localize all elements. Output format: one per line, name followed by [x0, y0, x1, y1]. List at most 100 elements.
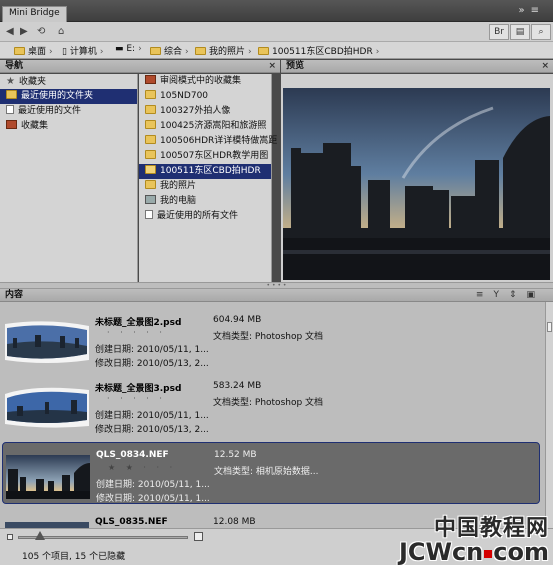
- folder-icon: [145, 105, 156, 114]
- zoom-out-icon[interactable]: [7, 534, 13, 540]
- status-text: 105 个项目, 15 个已隐藏: [22, 552, 126, 562]
- nav-item-my-computer[interactable]: 我的电脑: [139, 194, 271, 209]
- folder-icon: [145, 90, 156, 99]
- folder-icon: [145, 135, 156, 144]
- recent-icon[interactable]: ⟲: [37, 25, 45, 39]
- forward-icon[interactable]: ▶: [20, 25, 28, 39]
- nav-item-my-photos[interactable]: 我的照片: [139, 179, 271, 194]
- folder-icon: [150, 47, 161, 55]
- view-menu-icon[interactable]: ▤: [510, 24, 530, 40]
- file-thumbnail[interactable]: [5, 320, 89, 364]
- file-thumbnail[interactable]: [5, 386, 89, 430]
- menu-icon[interactable]: ≡: [531, 5, 545, 16]
- nav-item-favorites[interactable]: ★ 收藏夹: [0, 74, 137, 89]
- preview-panel: 预览 ×: [281, 60, 553, 282]
- collection-icon: [6, 120, 17, 129]
- bridge-icon[interactable]: Br: [489, 24, 509, 40]
- rating-stars[interactable]: ★ ★ · · ·: [108, 463, 176, 472]
- sort-icon[interactable]: ≡: [476, 290, 494, 300]
- filter-icon[interactable]: Y: [493, 290, 509, 300]
- modified-date: 修改日期: 2010/05/13, 2...: [95, 359, 209, 369]
- file-size: 12.08 MB: [213, 517, 256, 527]
- created-date: 创建日期: 2010/05/11, 1...: [96, 480, 210, 490]
- created-date: 创建日期: 2010/05/11, 1...: [95, 345, 209, 355]
- nav-item-folder[interactable]: 100327外拍人像: [139, 104, 271, 119]
- breadcrumb-item[interactable]: 综合 ›: [150, 44, 189, 57]
- nav-item-folder[interactable]: 100425济源嵩阳和旅游照: [139, 119, 271, 134]
- folder-icon: [145, 120, 156, 129]
- title-bar: Mini Bridge »≡: [0, 0, 553, 22]
- breadcrumb-item[interactable]: ▬ E: ›: [115, 44, 142, 54]
- file-name: QLS_0834.NEF: [96, 450, 169, 460]
- nav-item-recent-folders[interactable]: 最近使用的文件夹: [0, 89, 137, 104]
- nav-item-recent-files[interactable]: 最近使用的文件: [0, 104, 137, 119]
- folder-icon: [145, 180, 156, 189]
- folder-icon: [145, 150, 156, 159]
- star-icon: ★: [6, 76, 15, 87]
- search-icon[interactable]: ⌕: [531, 24, 551, 40]
- modified-date: 修改日期: 2010/05/13, 2...: [95, 425, 209, 435]
- zoom-in-icon[interactable]: [194, 532, 203, 541]
- breadcrumb-item[interactable]: 100511东区CBD拍HDR ›: [258, 44, 379, 57]
- file-size: 604.94 MB: [213, 315, 262, 325]
- nav-item-folder[interactable]: 100507东区HDR教学用图: [139, 149, 271, 164]
- folder-icon: [14, 47, 25, 55]
- minimize-icon[interactable]: »: [518, 5, 530, 16]
- close-icon[interactable]: ×: [268, 60, 276, 72]
- rating-stars[interactable]: · · · · ·: [107, 394, 166, 403]
- breadcrumb-item[interactable]: 我的照片 ›: [195, 44, 252, 57]
- folder-icon: [258, 47, 269, 55]
- breadcrumb: 桌面 › ▯ 计算机 › ▬ E: › 综合 › 我的照片 › 100511东区CBD拍H…: [0, 42, 553, 59]
- home-icon[interactable]: ⌂: [58, 25, 64, 39]
- file-size: 583.24 MB: [213, 381, 262, 391]
- file-name: 未标题_全景图3.psd: [95, 384, 182, 394]
- computer-icon: ▯: [62, 47, 70, 57]
- file-size: 12.52 MB: [214, 450, 257, 460]
- content-scrollbar[interactable]: [545, 302, 553, 528]
- created-date: 创建日期: 2010/05/11, 1...: [95, 411, 209, 421]
- breadcrumb-item[interactable]: ▯ 计算机 ›: [62, 44, 103, 57]
- recent-file-icon: [145, 210, 153, 219]
- rating-stars[interactable]: · · · · ·: [107, 328, 166, 337]
- nav-item-collections[interactable]: 收藏集: [0, 119, 137, 134]
- computer-icon: [145, 195, 156, 204]
- file-thumbnail[interactable]: [6, 455, 90, 499]
- nav-panel-header: 导航 ×: [0, 60, 280, 73]
- tools-icon[interactable]: ▣: [526, 290, 545, 300]
- preview-panel-header: 预览 ×: [281, 60, 553, 73]
- order-icon[interactable]: ⇕: [509, 290, 527, 300]
- nav-item-folder[interactable]: 100506HDR详详模特做嵩距: [139, 134, 277, 149]
- content-panel-header: 内容 ≡Y⇕▣: [0, 289, 553, 302]
- watermark: 中国教程网 JCWcn com: [399, 510, 549, 565]
- folder-icon: [145, 165, 156, 174]
- panel-splitter[interactable]: • • • •: [0, 282, 553, 289]
- nav-item-folder-selected[interactable]: 100511东区CBD拍HDR: [139, 164, 271, 179]
- breadcrumb-item[interactable]: 桌面 ›: [14, 44, 53, 57]
- file-type: 文档类型: 相机原始数据...: [214, 467, 319, 477]
- nav-item-folder[interactable]: 105ND700: [139, 89, 271, 104]
- window-controls[interactable]: »≡: [518, 5, 545, 16]
- file-item-selected[interactable]: QLS_0834.NEF ★ ★ · · · 创建日期: 2010/05/11,…: [2, 442, 540, 504]
- close-icon[interactable]: ×: [541, 60, 549, 72]
- file-item[interactable]: 未标题_全景图3.psd · · · · · 创建日期: 2010/05/11,…: [2, 374, 540, 436]
- window-title-tab[interactable]: Mini Bridge: [2, 6, 67, 22]
- modified-date: 修改日期: 2010/05/11, 1...: [96, 494, 210, 504]
- nav-right-list: 审阅模式中的收藏集 105ND700 100327外拍人像 100425济源嵩阳…: [139, 74, 277, 282]
- nav-item-review-collection[interactable]: 审阅模式中的收藏集: [139, 74, 271, 89]
- scroll-thumb[interactable]: [547, 322, 552, 332]
- file-name: QLS_0835.NEF: [95, 517, 168, 527]
- preview-image: [283, 88, 550, 280]
- content-list: 未标题_全景图2.psd · · · · · 创建日期: 2010/05/11,…: [0, 302, 545, 528]
- nav-item-all-recent-files[interactable]: 最近使用的所有文件: [139, 209, 271, 224]
- file-name: 未标题_全景图2.psd: [95, 318, 182, 328]
- drive-icon: ▬: [115, 44, 127, 54]
- slider-handle[interactable]: [35, 531, 45, 540]
- file-type: 文档类型: Photoshop 文档: [213, 332, 324, 342]
- folder-icon: [195, 47, 206, 55]
- watermark-line2: JCWcn com: [398, 538, 549, 565]
- toolbar: ◀ ▶ ⟲ ⌂ Br ▤ ⌕: [0, 22, 553, 42]
- file-type: 文档类型: Photoshop 文档: [213, 398, 324, 408]
- back-icon[interactable]: ◀: [6, 25, 14, 39]
- file-item[interactable]: 未标题_全景图2.psd · · · · · 创建日期: 2010/05/11,…: [2, 308, 540, 370]
- nav-left-list: ★ 收藏夹 最近使用的文件夹 最近使用的文件 收藏集: [0, 74, 138, 282]
